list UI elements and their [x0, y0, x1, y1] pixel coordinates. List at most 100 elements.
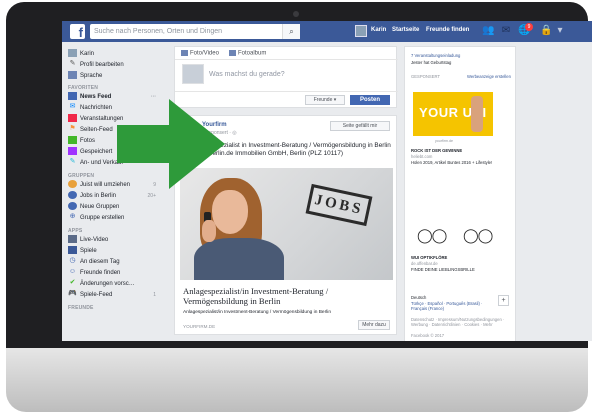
sidebar-item-games-feed[interactable]: 🎮 Spiele-Feed 1 — [68, 290, 160, 300]
green-arrow-pointer — [117, 99, 225, 189]
sidebar-item-edit-profile[interactable]: ✎ Profil bearbeiten — [68, 60, 160, 70]
glasses-icon[interactable]: ◯◯ — [417, 227, 447, 244]
create-ad-link[interactable]: Werbeanzeige erstellen — [467, 74, 511, 79]
sidebar-item-label: An diesem Tag — [80, 259, 120, 265]
sidebar-item-label: Profil bearbeiten — [80, 62, 124, 68]
birthday-note: Jester hat Geburtstag — [411, 60, 452, 65]
link-card-domain: YOURFIRM.DE — [183, 324, 216, 329]
groups-heading: GRUPPEN — [68, 173, 95, 179]
camera-icon — [181, 50, 188, 56]
monitor-frame: f Suche nach Personen, Orten und Dingen … — [6, 2, 592, 412]
group-icon — [68, 202, 77, 211]
sidebar-item-label: Karin — [80, 51, 95, 57]
sidebar-item-group-2[interactable]: Jobs in Berlin 20+ — [68, 191, 160, 201]
notification-badge: 9 — [525, 23, 533, 31]
sidebar-item-create-group[interactable]: ⊕ Gruppe erstellen — [68, 213, 160, 223]
ad3-text: FINDE DEINE LIEBLINGSBRILLE — [411, 267, 475, 272]
tag-icon: ✎ — [69, 158, 76, 166]
clock-icon: ◷ — [69, 257, 76, 265]
user-avatar[interactable] — [355, 25, 367, 37]
divider — [175, 59, 398, 60]
event-invite-link[interactable]: 7 Veranstaltungseinladung — [411, 53, 460, 58]
language-options[interactable]: Türkçe · Español · Português (Brasil) · … — [411, 301, 495, 311]
ad-hand-image — [471, 96, 483, 132]
search-input[interactable]: Suche nach Personen, Orten und Dingen ⌕ — [90, 24, 300, 39]
account-menu-icon[interactable]: ▾ — [554, 25, 566, 37]
sidebar-item-label: Neue Gruppen — [80, 204, 120, 210]
language-current: Deutsch — [411, 295, 427, 300]
sidebar-item-count: 20+ — [147, 193, 156, 199]
group-icon — [68, 191, 77, 200]
link-card-subtitle: Anlagespezialist/in Investment-Beratung … — [183, 310, 331, 315]
jobs-stamp: JOBS — [305, 183, 373, 227]
controller-icon: 🎮 — [68, 290, 77, 298]
facebook-logo-icon[interactable]: f — [70, 24, 85, 40]
sidebar-item-live-video[interactable]: Live-Video — [68, 235, 160, 245]
facebook-topbar: f Suche nach Personen, Orten und Dingen … — [62, 21, 592, 42]
favorites-heading: FAVORITEN — [68, 85, 99, 91]
woman-face — [212, 190, 248, 234]
photo-icon — [68, 136, 77, 145]
avatar-icon — [68, 49, 77, 58]
sidebar-item-new-groups[interactable]: Neue Gruppen — [68, 202, 160, 212]
game-icon — [68, 246, 77, 255]
sidebar-item-profile[interactable]: Karin — [68, 49, 160, 59]
learn-more-button[interactable]: Mehr dazu — [358, 320, 390, 330]
ad2-title[interactable]: ROCK IST DER GEWINNE — [411, 148, 462, 153]
tab-photo-album[interactable]: Fotoalbum — [229, 50, 266, 57]
sidebar-item-label: Live-Video — [80, 237, 109, 243]
search-placeholder: Suche nach Personen, Orten und Dingen — [94, 28, 223, 35]
home-link[interactable]: Startseite — [392, 27, 419, 33]
sidebar-item-count: 1 — [153, 292, 156, 298]
right-column: 7 Veranstaltungseinladung Jester hat Geb… — [404, 46, 516, 341]
tab-photo-video[interactable]: Foto/Video — [181, 50, 219, 57]
sidebar-item-label: Gespeichert — [80, 149, 113, 155]
sidebar-item-games[interactable]: Spiele — [68, 246, 160, 256]
composer-avatar — [182, 64, 204, 84]
footer-links[interactable]: Datenschutz · Impressum/Nutzungsbedingun… — [411, 317, 515, 327]
post-button[interactable]: Posten — [350, 95, 390, 105]
status-input[interactable]: Was machst du gerade? — [209, 71, 285, 78]
sidebar-item-on-this-day[interactable]: ◷ An diesem Tag — [68, 257, 160, 267]
search-icon[interactable]: ⌕ — [282, 24, 300, 39]
sidebar-item-language[interactable]: Sprache — [68, 71, 160, 81]
audience-selector[interactable]: Freunde ▾ — [305, 95, 345, 105]
sidebar-item-label: Änderungen vorsc… — [80, 281, 135, 287]
like-page-button[interactable]: Seite gefällt mir — [330, 121, 390, 131]
divider — [175, 91, 398, 92]
sidebar-item-label: Seiten-Feed — [80, 127, 113, 133]
sidebar-item-suggest-edits[interactable]: ✔ Änderungen vorsc… — [68, 279, 160, 289]
friend-requests-icon[interactable]: 👥 — [482, 25, 494, 37]
help-icon[interactable]: 🔒 — [540, 25, 552, 37]
find-friends-link[interactable]: Freunde finden — [426, 27, 469, 33]
tab-label: Foto/Video — [190, 50, 219, 57]
ad3-title[interactable]: WUI OPTIKFLÖRE — [411, 255, 447, 260]
check-icon: ✔ — [69, 279, 76, 287]
sidebar-item-label: Spiele — [80, 248, 97, 254]
ad-banner-image[interactable]: YOUR UNI — [413, 92, 493, 136]
copyright: Facebook © 2017 — [411, 333, 445, 338]
link-card-title[interactable]: Anlagespezialist/in Investment-Beratung … — [183, 286, 393, 306]
flag-icon: ⚑ — [69, 125, 76, 133]
sidebar-item-label: Nachrichten — [80, 105, 113, 111]
sidebar-item-label: Gruppe erstellen — [80, 215, 125, 221]
messages-icon[interactable]: ✉ — [500, 25, 512, 37]
sidebar-item-label: News Feed — [80, 94, 112, 100]
sidebar-item-label: Spiele-Feed — [80, 292, 113, 298]
sidebar-item-find-friends[interactable]: ☺ Freunde finden — [68, 268, 160, 278]
newsfeed-icon — [68, 92, 77, 101]
add-language-button[interactable]: + — [498, 295, 509, 306]
friends-heading: FREUNDE — [68, 305, 94, 311]
tab-label: Fotoalbum — [238, 50, 267, 57]
woman-body — [194, 238, 284, 280]
profile-link[interactable]: Karin — [371, 27, 386, 33]
ad-caption: yourfirm.de — [435, 139, 453, 143]
sidebar-item-label: Sprache — [80, 73, 103, 79]
sponsored-heading: GESPONSERT — [411, 74, 441, 79]
facebook-screen: f Suche nach Personen, Orten und Dingen … — [62, 21, 592, 341]
bookmark-icon — [68, 147, 77, 156]
glasses-icon[interactable]: ◯◯ — [463, 227, 493, 244]
ad2-domain: heliebt.com — [411, 154, 433, 159]
left-sidebar: Karin ✎ Profil bearbeiten Sprache FAVORIT… — [62, 43, 162, 341]
sidebar-item-label: Fotos — [80, 138, 96, 144]
